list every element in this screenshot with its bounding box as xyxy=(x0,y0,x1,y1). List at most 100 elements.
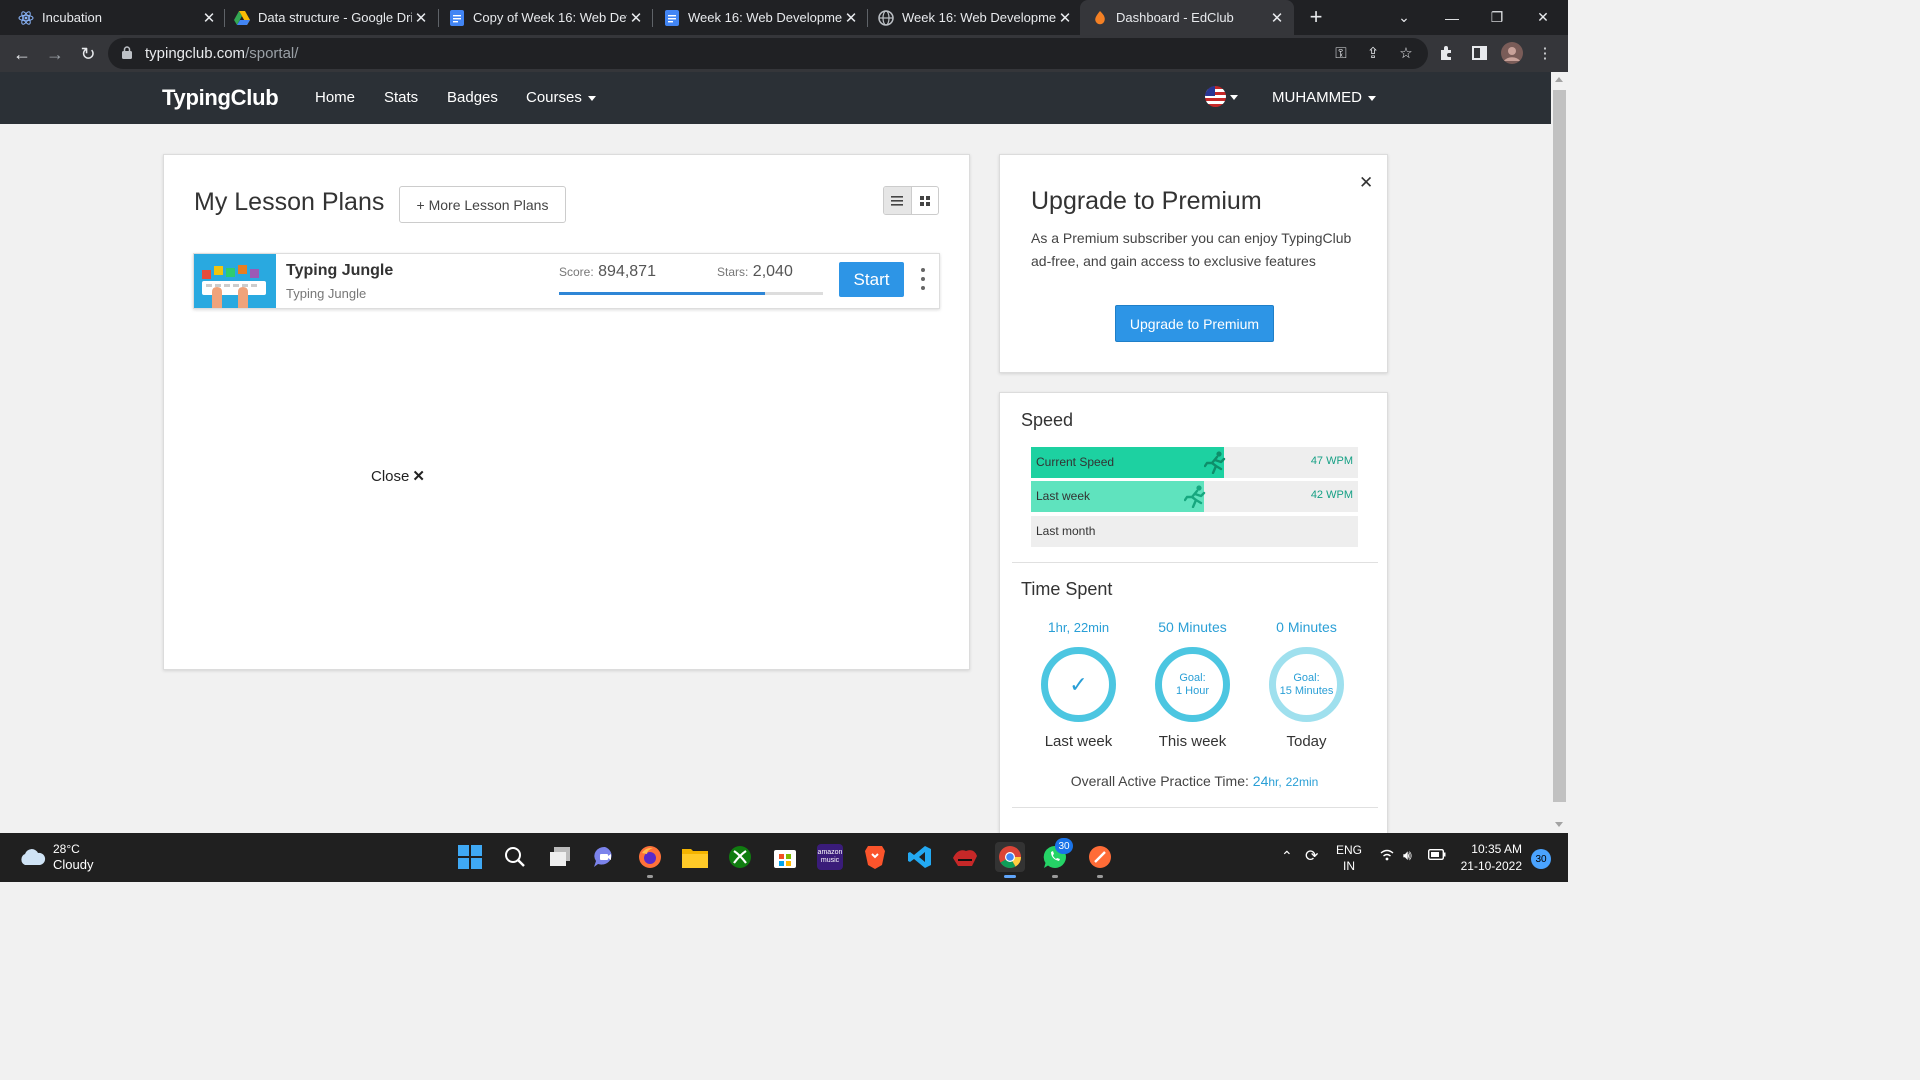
new-tab-button[interactable]: + xyxy=(1305,5,1327,29)
browser-toolbar: ← → ↻ typingclub.com/sportal/ ⚿ ⇪ ☆ ⋮ xyxy=(0,35,1568,72)
postman-icon[interactable] xyxy=(1087,844,1113,878)
overall-label: Overall Active Practice Time: xyxy=(1070,773,1249,789)
grid-view-icon[interactable] xyxy=(912,187,939,214)
google-docs-icon xyxy=(664,9,680,26)
search-icon[interactable] xyxy=(502,844,528,870)
lesson-name[interactable]: Typing Jungle xyxy=(286,262,393,280)
address-bar[interactable]: typingclub.com/sportal/ xyxy=(108,38,1428,69)
time-value: 1hr, 22min xyxy=(1021,619,1136,639)
whatsapp-icon[interactable]: 30 xyxy=(1042,838,1073,878)
teams-chat-icon[interactable] xyxy=(592,844,618,870)
speed-row-value: 42 WPM xyxy=(1310,489,1353,501)
typing-jungle-thumbnail xyxy=(194,254,276,308)
dismiss-premium-icon[interactable]: ✕ xyxy=(1359,173,1373,193)
side-panel-icon[interactable] xyxy=(1467,41,1491,65)
firefox-icon[interactable] xyxy=(637,844,663,878)
time-value-number: 1 xyxy=(1047,619,1056,635)
close-tab-icon[interactable]: ✕ xyxy=(842,9,860,27)
time-ring: ✓ xyxy=(1041,647,1116,722)
restore-button[interactable]: ❐ xyxy=(1474,0,1520,35)
speed-row: Last month xyxy=(1031,516,1358,547)
nav-badges[interactable]: Badges xyxy=(447,89,498,106)
browser-tab[interactable]: Week 16: Web Developmen ✕ xyxy=(878,0,1074,35)
tab-search-icon[interactable]: ⌄ xyxy=(1381,0,1427,35)
browser-tab[interactable]: Week 16: Web Developmen ✕ xyxy=(664,0,860,35)
divider xyxy=(1012,562,1378,563)
close-tab-icon[interactable]: ✕ xyxy=(1268,9,1286,27)
tab-title: Week 16: Web Developmen xyxy=(688,10,842,25)
lang-primary: ENG xyxy=(1336,843,1363,857)
extensions-icon[interactable] xyxy=(1434,41,1458,65)
lesson-stars: Stars: 2,040 xyxy=(717,263,793,281)
bookmark-star-icon[interactable]: ☆ xyxy=(1394,41,1418,65)
wifi-icon[interactable] xyxy=(1380,848,1394,864)
start-button[interactable]: Start xyxy=(839,262,904,297)
goal-value: 15 Minutes xyxy=(1279,684,1334,697)
premium-title: Upgrade to Premium xyxy=(1031,187,1262,215)
tray-overflow-icon[interactable]: ⌃ xyxy=(1281,848,1293,865)
stars-label: Stars: xyxy=(717,265,749,279)
more-lesson-plans-button[interactable]: + More Lesson Plans xyxy=(399,186,566,223)
battery-icon[interactable] xyxy=(1427,848,1446,863)
app-icon-red[interactable] xyxy=(952,844,978,870)
language-chevron-down-icon[interactable] xyxy=(1230,95,1238,100)
vscode-icon[interactable] xyxy=(907,844,933,870)
browser-tab[interactable]: Incubation ✕ xyxy=(18,0,218,35)
tab-title: Dashboard - EdClub xyxy=(1116,10,1234,25)
volume-icon[interactable]: 🔊︎ xyxy=(1403,847,1412,864)
xbox-icon[interactable] xyxy=(727,844,753,870)
close-tab-icon[interactable]: ✕ xyxy=(1056,9,1074,27)
share-icon[interactable]: ⇪ xyxy=(1361,41,1385,65)
more-options-icon[interactable] xyxy=(920,268,926,290)
close-tab-icon[interactable]: ✕ xyxy=(412,9,430,27)
cloud-icon xyxy=(21,849,46,865)
microsoft-store-icon[interactable] xyxy=(772,844,798,870)
forward-icon[interactable]: → xyxy=(42,41,68,67)
back-icon[interactable]: ← xyxy=(9,41,35,67)
brave-icon[interactable] xyxy=(862,844,888,870)
close-tab-icon[interactable]: ✕ xyxy=(627,9,645,27)
browser-tab-active[interactable]: Dashboard - EdClub ✕ xyxy=(1080,0,1294,35)
task-view-icon[interactable] xyxy=(547,844,573,870)
amazon-music-icon[interactable]: amazon music xyxy=(817,844,843,870)
upgrade-premium-button[interactable]: Upgrade to Premium xyxy=(1115,305,1274,342)
browser-menu-icon[interactable]: ⋮ xyxy=(1533,41,1557,65)
overall-value: 24hr, 22min xyxy=(1253,773,1319,789)
scrollbar-thumb[interactable] xyxy=(1553,90,1566,802)
close-window-button[interactable]: ✕ xyxy=(1520,0,1566,35)
close-tab-icon[interactable]: ✕ xyxy=(200,9,218,27)
score-label: Score: xyxy=(559,265,594,279)
language-indicator[interactable]: ENG IN xyxy=(1336,842,1362,874)
page-scrollbar[interactable] xyxy=(1551,72,1568,833)
speed-row: Last week 42 WPM xyxy=(1031,481,1358,512)
minimize-button[interactable]: — xyxy=(1429,0,1475,35)
windows-start-icon[interactable] xyxy=(457,844,483,870)
browser-tab[interactable]: Copy of Week 16: Web Dev ✕ xyxy=(449,0,645,35)
lesson-plans-title: My Lesson Plans xyxy=(194,188,385,216)
reload-icon[interactable]: ↻ xyxy=(75,41,101,67)
time-period-label: Last week xyxy=(1044,733,1113,750)
file-explorer-icon[interactable] xyxy=(682,844,708,870)
time-period-label: Today xyxy=(1286,733,1327,750)
list-view-icon[interactable] xyxy=(884,187,912,214)
system-clock[interactable]: 10:35 AM 21-10-2022 xyxy=(1458,841,1522,875)
chrome-icon[interactable] xyxy=(995,842,1025,878)
google-docs-icon xyxy=(449,9,465,26)
check-icon: ✓ xyxy=(1069,672,1088,697)
nav-courses-label: Courses xyxy=(526,89,582,106)
sync-icon[interactable]: ⟳ xyxy=(1305,846,1318,866)
nav-stats[interactable]: Stats xyxy=(384,89,418,106)
browser-tab[interactable]: Data structure - Google Dri ✕ xyxy=(234,0,430,35)
us-flag-icon[interactable] xyxy=(1205,86,1226,107)
premium-card: ✕ Upgrade to Premium As a Premium subscr… xyxy=(999,154,1388,373)
lesson-plan-row[interactable]: Typing Jungle Typing Jungle Score: 894,8… xyxy=(193,253,940,309)
close-button[interactable]: Close ✕ xyxy=(371,467,425,485)
brand-logo[interactable]: TypingClub xyxy=(162,85,279,111)
nav-courses[interactable]: Courses xyxy=(526,89,596,106)
profile-avatar[interactable] xyxy=(1500,41,1524,65)
notification-badge[interactable]: 30 xyxy=(1531,849,1551,869)
user-menu[interactable]: MUHAMMED xyxy=(1272,89,1376,106)
nav-home[interactable]: Home xyxy=(315,89,355,106)
stars-value: 2,040 xyxy=(752,263,793,280)
key-icon[interactable]: ⚿ xyxy=(1329,41,1353,65)
